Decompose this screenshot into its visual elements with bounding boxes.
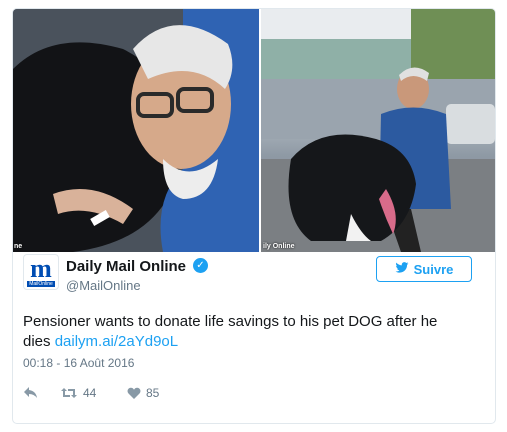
follow-button[interactable]: Suivre — [376, 256, 472, 282]
photo-left-caption: ne — [14, 243, 23, 250]
heart-icon — [127, 387, 141, 400]
photo-man-hugging-dog[interactable]: ne — [13, 9, 259, 252]
photo-right-illustration — [261, 9, 495, 252]
like-button[interactable]: 85 — [127, 386, 159, 400]
photo-right-caption: ily Online — [263, 243, 295, 250]
tweet-media[interactable]: ne ily Online — [13, 9, 495, 252]
verified-badge-icon: ✓ — [193, 258, 208, 273]
photo-left-illustration — [13, 9, 259, 252]
follow-button-label: Suivre — [413, 261, 454, 277]
reply-icon — [23, 386, 39, 400]
like-count: 85 — [146, 386, 160, 400]
retweet-count: 44 — [83, 386, 97, 400]
avatar-logo-letter: m — [30, 254, 52, 283]
reply-button[interactable] — [23, 386, 39, 400]
tweet-timestamp[interactable]: 00:18 - 16 Août 2016 — [23, 356, 134, 370]
author-handle[interactable]: @MailOnline — [66, 278, 141, 293]
tweet-text: Pensioner wants to donate life savings t… — [23, 312, 468, 352]
retweet-button[interactable]: 44 — [60, 386, 96, 400]
author-name[interactable]: Daily Mail Online — [66, 258, 186, 275]
photo-man-with-dog-street[interactable]: ily Online — [261, 9, 495, 252]
author-avatar[interactable]: m MailOnline — [23, 254, 59, 290]
tweet-link[interactable]: dailym.ai/2aYd9oL — [55, 333, 178, 350]
twitter-bird-icon — [395, 261, 409, 277]
avatar-logo-text: MailOnline — [27, 281, 55, 287]
retweet-icon — [60, 386, 78, 400]
